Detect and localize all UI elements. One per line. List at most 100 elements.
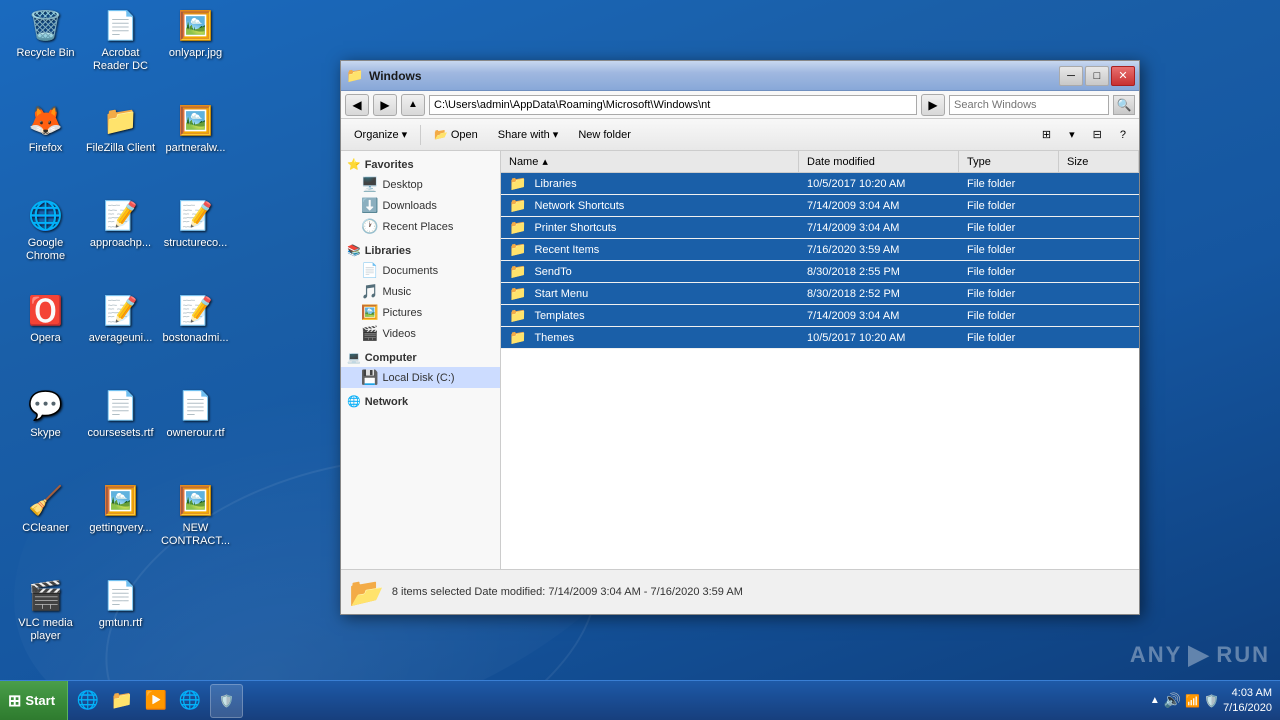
- table-row[interactable]: 📁 Network Shortcuts 7/14/2009 3:04 AM Fi…: [501, 195, 1139, 217]
- network-section: 🌐 Network: [341, 392, 500, 411]
- onlyapr-icon: 🖼️: [176, 5, 216, 45]
- taskbar-ie-icon[interactable]: 🌐: [72, 685, 104, 717]
- sidebar-item-recent-places[interactable]: 🕐 Recent Places: [341, 216, 500, 237]
- column-header-type[interactable]: Type: [959, 151, 1059, 172]
- address-bar: ◀ ▶ ▲ ▶ 🔍: [341, 91, 1139, 119]
- libraries-header[interactable]: 📚 Libraries: [341, 241, 500, 260]
- file-name-4: SendTo: [534, 266, 571, 278]
- local-disk-icon: 💾: [361, 369, 378, 386]
- taskbar-explorer-app[interactable]: 🛡️: [210, 684, 243, 718]
- table-row[interactable]: 📁 Libraries 10/5/2017 10:20 AM File fold…: [501, 173, 1139, 195]
- table-row[interactable]: 📁 SendTo 8/30/2018 2:55 PM File folder: [501, 261, 1139, 283]
- desktop-icon-newcontract[interactable]: 🖼️ NEW CONTRACT...: [158, 480, 233, 548]
- sidebar-item-pictures[interactable]: 🖼️ Pictures: [341, 302, 500, 323]
- open-button[interactable]: 📂 Open: [425, 122, 487, 148]
- table-row[interactable]: 📁 Templates 7/14/2009 3:04 AM File folde…: [501, 305, 1139, 327]
- maximize-button[interactable]: □: [1085, 66, 1109, 86]
- desktop-icon-firefox[interactable]: 🦊 Firefox: [8, 100, 83, 155]
- computer-header[interactable]: 💻 Computer: [341, 348, 500, 367]
- desktop-icon-filezilla[interactable]: 📁 FileZilla Client: [83, 100, 158, 155]
- desktop-icon-ccleaner[interactable]: 🧹 CCleaner: [8, 480, 83, 535]
- sidebar-item-downloads[interactable]: ⬇️ Downloads: [341, 195, 500, 216]
- file-type-0: File folder: [959, 178, 1059, 190]
- tray-clock[interactable]: 4:03 AM 7/16/2020: [1223, 686, 1272, 715]
- table-row[interactable]: 📁 Recent Items 7/16/2020 3:59 AM File fo…: [501, 239, 1139, 261]
- desktop-icon-vlc[interactable]: 🎬 VLC media player: [8, 575, 83, 643]
- share-with-button[interactable]: Share with ▾: [489, 122, 568, 148]
- tray-security-icon[interactable]: 🛡️: [1204, 694, 1219, 708]
- column-header-name[interactable]: Name ▴: [501, 151, 799, 172]
- desktop-icon-approachp[interactable]: 📝 approachp...: [83, 195, 158, 250]
- tray-volume-icon[interactable]: 🔊: [1164, 692, 1181, 709]
- desktop-icon-partneralw[interactable]: 🖼️ partneralw...: [158, 100, 233, 155]
- desktop-icon-gmtun[interactable]: 📄 gmtun.rtf: [83, 575, 158, 630]
- tray-date: 7/16/2020: [1223, 701, 1272, 715]
- desktop-icon-ownerour[interactable]: 📄 ownerour.rtf: [158, 385, 233, 440]
- desktop-icon-opera[interactable]: 🅾️ Opera: [8, 290, 83, 345]
- firefox-label: Firefox: [8, 142, 83, 155]
- folder-icon-4: 📁: [509, 263, 526, 280]
- sidebar-item-videos[interactable]: 🎬 Videos: [341, 323, 500, 344]
- table-row[interactable]: 📁 Start Menu 8/30/2018 2:52 PM File fold…: [501, 283, 1139, 305]
- taskbar-app-icon: 🛡️: [219, 694, 234, 708]
- folder-icon-6: 📁: [509, 307, 526, 324]
- sidebar-item-documents[interactable]: 📄 Documents: [341, 260, 500, 281]
- address-go-button[interactable]: ▶: [921, 94, 945, 116]
- desktop-icon-coursesets[interactable]: 📄 coursesets.rtf: [83, 385, 158, 440]
- file-name-5: Start Menu: [534, 288, 588, 300]
- close-button[interactable]: ✕: [1111, 66, 1135, 86]
- ownerour-label: ownerour.rtf: [158, 427, 233, 440]
- organize-button[interactable]: Organize ▾: [345, 122, 416, 148]
- sidebar-item-desktop[interactable]: 🖥️ Desktop: [341, 174, 500, 195]
- desktop-icon-averageuni[interactable]: 📝 averageuni...: [83, 290, 158, 345]
- address-input[interactable]: [429, 95, 917, 115]
- onlyapr-label: onlyapr.jpg: [158, 47, 233, 60]
- desktop-icon-skype[interactable]: 💬 Skype: [8, 385, 83, 440]
- table-row[interactable]: 📁 Themes 10/5/2017 10:20 AM File folder: [501, 327, 1139, 349]
- new-folder-button[interactable]: New folder: [569, 122, 640, 148]
- newcontract-icon: 🖼️: [176, 480, 216, 520]
- view-toggle-button[interactable]: ⊞: [1033, 122, 1060, 148]
- help-button[interactable]: ?: [1111, 122, 1135, 148]
- share-dropdown-icon: ▾: [553, 128, 559, 141]
- sidebar-item-local-disk[interactable]: 💾 Local Disk (C:): [341, 367, 500, 388]
- sidebar-item-music[interactable]: 🎵 Music: [341, 281, 500, 302]
- taskbar-media-icon[interactable]: ▶️: [140, 685, 172, 717]
- computer-section: 💻 Computer 💾 Local Disk (C:): [341, 348, 500, 388]
- network-icon: 🌐: [347, 395, 361, 408]
- start-button[interactable]: ⊞ Start: [0, 681, 68, 720]
- up-button[interactable]: ▲: [401, 94, 425, 116]
- file-list: Name ▴ Date modified Type Size 📁 Librar: [501, 151, 1139, 569]
- desktop-icon-structureco[interactable]: 📝 structureco...: [158, 195, 233, 250]
- table-row[interactable]: 📁 Printer Shortcuts 7/14/2009 3:04 AM Fi…: [501, 217, 1139, 239]
- taskbar-explorer-icon[interactable]: 📁: [106, 685, 138, 717]
- desktop-icon-recycle-bin[interactable]: 🗑️ Recycle Bin: [8, 5, 83, 60]
- minimize-button[interactable]: ─: [1059, 66, 1083, 86]
- gmtun-icon: 📄: [101, 575, 141, 615]
- view-dropdown-button[interactable]: ▾: [1060, 122, 1084, 148]
- column-header-date[interactable]: Date modified: [799, 151, 959, 172]
- recycle-bin-icon: 🗑️: [26, 5, 66, 45]
- search-input[interactable]: [949, 95, 1109, 115]
- network-header[interactable]: 🌐 Network: [341, 392, 500, 411]
- gettingvery-icon: 🖼️: [101, 480, 141, 520]
- opera-icon: 🅾️: [26, 290, 66, 330]
- search-button[interactable]: 🔍: [1113, 95, 1135, 115]
- favorites-header[interactable]: ⭐ Favorites: [341, 155, 500, 174]
- tray-show-hidden[interactable]: ▲: [1150, 695, 1160, 706]
- tray-network-icon[interactable]: 📶: [1185, 694, 1200, 708]
- back-button[interactable]: ◀: [345, 94, 369, 116]
- forward-button[interactable]: ▶: [373, 94, 397, 116]
- desktop-icon-onlyapr[interactable]: 🖼️ onlyapr.jpg: [158, 5, 233, 60]
- coursesets-icon: 📄: [101, 385, 141, 425]
- desktop-icon-gettingvery[interactable]: 🖼️ gettingvery...: [83, 480, 158, 535]
- desktop-icon-acrobat[interactable]: 📄 Acrobat Reader DC: [83, 5, 158, 73]
- taskbar-chrome-icon[interactable]: 🌐: [174, 685, 206, 717]
- file-type-7: File folder: [959, 332, 1059, 344]
- desktop-icon-chrome[interactable]: 🌐 Google Chrome: [8, 195, 83, 263]
- sort-icon: ▴: [542, 155, 548, 168]
- desktop-icon-bostonadmi[interactable]: 📝 bostonadmi...: [158, 290, 233, 345]
- organize-dropdown-icon: ▾: [402, 128, 408, 141]
- details-pane-button[interactable]: ⊟: [1084, 122, 1111, 148]
- column-header-size[interactable]: Size: [1059, 151, 1139, 172]
